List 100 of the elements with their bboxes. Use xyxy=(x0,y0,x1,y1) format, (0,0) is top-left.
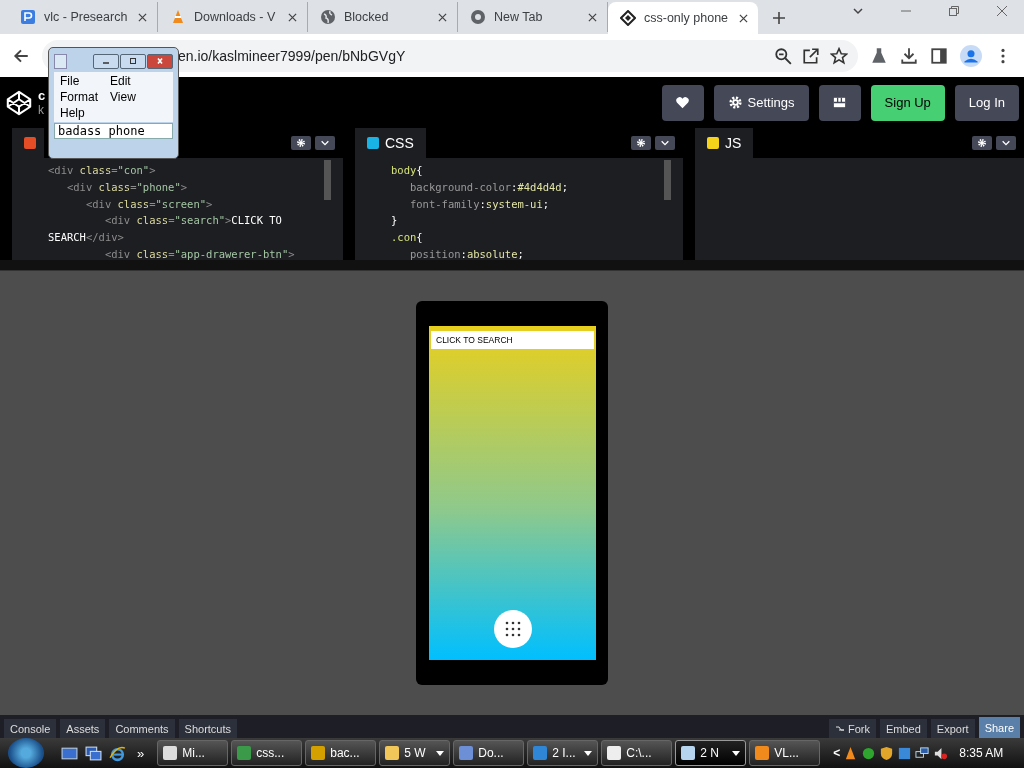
download-icon[interactable] xyxy=(900,46,918,65)
clock-time: 8:35 AM xyxy=(959,746,1004,760)
more-icon[interactable]: » xyxy=(137,745,145,761)
profile-avatar-icon[interactable] xyxy=(960,44,982,67)
menu-item[interactable]: File xyxy=(60,74,80,88)
windows-switch-icon[interactable] xyxy=(85,744,102,762)
editor-settings-button[interactable] xyxy=(972,136,992,150)
close-icon[interactable] xyxy=(288,12,297,22)
settings-icon xyxy=(296,138,306,148)
maximize-button[interactable] xyxy=(120,53,146,69)
share-button[interactable]: Share xyxy=(978,717,1020,738)
close-icon xyxy=(155,57,165,65)
close-icon[interactable] xyxy=(588,12,597,22)
dropdown-arrow-icon[interactable] xyxy=(584,750,593,756)
sign-up-button[interactable]: Sign Up xyxy=(870,84,945,121)
new-tab-icon[interactable] xyxy=(772,11,786,25)
editor-tab[interactable]: CSS xyxy=(355,128,426,158)
share-icon[interactable] xyxy=(802,46,820,65)
browser-tab[interactable]: css-only phone xyxy=(608,2,758,34)
code-line: background-color:#4d4d4d; xyxy=(408,179,569,195)
window-icon[interactable] xyxy=(897,745,913,761)
taskbar-button[interactable]: Do... xyxy=(453,740,525,766)
code-line: } xyxy=(391,213,398,229)
chevron-down-icon xyxy=(660,138,670,148)
editor-collapse-button[interactable] xyxy=(996,136,1016,150)
editor-settings-button[interactable] xyxy=(291,136,311,150)
editor-collapse-button[interactable] xyxy=(655,136,675,150)
taskbar-button[interactable]: 2 N xyxy=(675,740,747,766)
settings-icon xyxy=(636,138,646,148)
star-icon[interactable] xyxy=(830,46,848,65)
editor-tab[interactable] xyxy=(12,128,44,158)
code-line: font-family:system-ui; xyxy=(408,196,550,212)
footer-button[interactable]: Comments xyxy=(109,719,175,738)
network-icon[interactable] xyxy=(915,745,931,761)
editor-tab[interactable]: JS xyxy=(695,128,754,158)
code-line: <div class="search">CLICK TO xyxy=(103,213,282,229)
fork-icon xyxy=(835,724,845,733)
close-icon[interactable] xyxy=(739,13,748,23)
status-orb-icon[interactable] xyxy=(861,745,877,761)
menu-item[interactable]: Help xyxy=(60,106,85,120)
taskbar-button[interactable]: 5 W xyxy=(379,740,451,766)
code-line: <div class="phone"> xyxy=(65,179,188,195)
search-bar[interactable]: CLICK TO SEARCH xyxy=(431,331,594,349)
layout-button[interactable] xyxy=(818,84,861,121)
taskbar-button[interactable]: Mi... xyxy=(157,740,229,766)
chevron-down-icon[interactable] xyxy=(852,5,864,17)
close-icon[interactable] xyxy=(138,12,147,22)
code-line: SEARCH</div> xyxy=(48,230,124,246)
side-panel-icon[interactable] xyxy=(930,46,948,65)
dropdown-arrow-icon[interactable] xyxy=(436,750,445,756)
browser-tab[interactable]: vlc - Presearch xyxy=(8,2,158,32)
scrollbar-thumb[interactable] xyxy=(324,160,331,200)
footer-button[interactable]: Embed xyxy=(880,719,927,738)
scrollbar-thumb[interactable] xyxy=(664,160,671,200)
browser-tab[interactable]: Blocked xyxy=(308,2,458,32)
editor-collapse-button[interactable] xyxy=(315,136,335,150)
footer-button[interactable]: Shortcuts xyxy=(178,719,238,738)
pen-author: k xyxy=(38,102,45,117)
taskbar-button[interactable]: css... xyxy=(231,740,303,766)
app-drawer-button[interactable] xyxy=(493,610,532,648)
settings-icon xyxy=(977,138,987,148)
text-area[interactable]: badass phone xyxy=(54,123,173,139)
browser-tab[interactable]: Downloads - V xyxy=(158,2,308,32)
code-line: <div class="screen"> xyxy=(84,196,213,212)
minimize-button[interactable] xyxy=(93,53,119,69)
internet-explorer-icon[interactable] xyxy=(109,744,126,762)
settings-button[interactable]: Settings xyxy=(713,84,809,121)
code-line: <div class="app-drawerer-btn"> xyxy=(103,247,295,260)
start-button[interactable] xyxy=(8,738,44,768)
pen-title: c xyxy=(38,88,46,103)
flask-icon[interactable] xyxy=(870,46,888,65)
close-button[interactable] xyxy=(147,53,173,69)
shield-warning-icon[interactable] xyxy=(879,745,895,761)
layout-icon xyxy=(832,95,848,110)
editor-settings-button[interactable] xyxy=(631,136,651,150)
code-line: .con{ xyxy=(391,230,423,246)
footer-button[interactable]: Console xyxy=(4,719,57,738)
menu-item[interactable]: Edit xyxy=(110,74,131,88)
code-line: position:absolute; xyxy=(408,247,524,260)
dropdown-arrow-icon[interactable] xyxy=(732,750,741,756)
tab-title: css-only phone xyxy=(644,11,730,25)
restore-icon[interactable] xyxy=(948,5,960,17)
menu-item[interactable]: View xyxy=(110,90,136,104)
like-button[interactable] xyxy=(661,84,704,121)
browser-tab[interactable]: New Tab xyxy=(458,2,608,32)
zoom-out-icon[interactable] xyxy=(774,46,792,65)
taskbar-button[interactable]: C:\... xyxy=(601,740,673,766)
fork-button[interactable]: Fork xyxy=(829,719,876,738)
footer-button[interactable]: Export xyxy=(930,719,975,738)
close-icon[interactable] xyxy=(438,12,447,22)
close-icon[interactable] xyxy=(996,5,1008,17)
taskbar-button[interactable]: VL... xyxy=(749,740,821,766)
codepen-logo-icon[interactable] xyxy=(5,88,33,117)
show-hidden-icons-icon[interactable]: < xyxy=(833,746,841,760)
maximize-icon xyxy=(128,57,138,65)
menu-item[interactable]: Format xyxy=(60,90,98,104)
taskbar-button[interactable]: 2 I... xyxy=(527,740,599,766)
footer-button[interactable]: Assets xyxy=(60,719,106,738)
log-in-button[interactable]: Log In xyxy=(954,84,1019,121)
taskbar-button[interactable]: bac... xyxy=(305,740,377,766)
